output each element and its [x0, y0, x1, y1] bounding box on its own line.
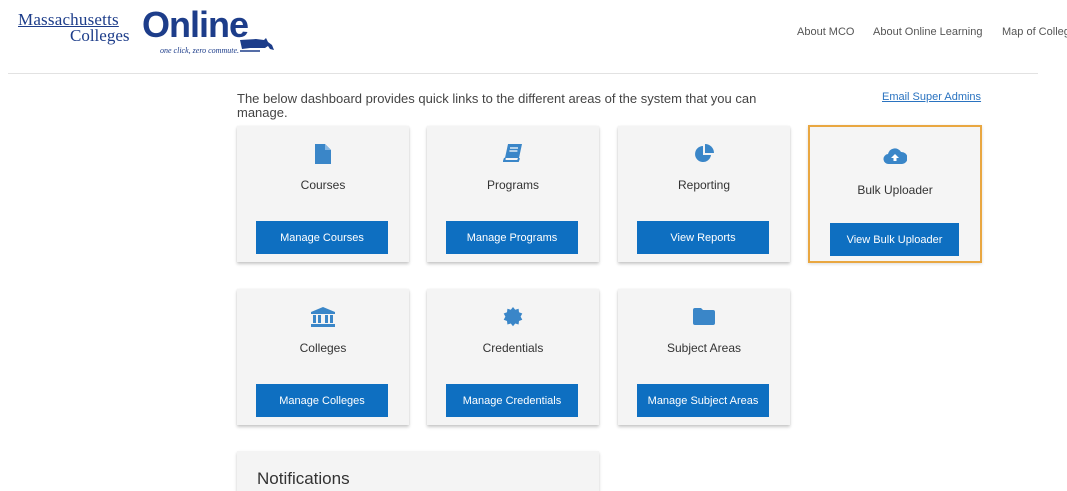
manage-programs-button[interactable]: Manage Programs — [446, 221, 578, 254]
notifications-panel: Notifications — [237, 451, 599, 491]
cloud-upload-icon — [810, 147, 980, 167]
nav-map-of-colleges[interactable]: Map of Colleg — [1002, 26, 1067, 38]
nav-about-mco[interactable]: About MCO — [797, 26, 854, 38]
manage-credentials-button[interactable]: Manage Credentials — [446, 384, 578, 417]
logo-wordmark: Online — [142, 4, 249, 45]
card-title: Courses — [300, 178, 346, 192]
card-colleges: Colleges Manage Colleges — [237, 289, 409, 425]
massachusetts-map-icon — [240, 38, 274, 52]
card-reporting: Reporting View Reports — [618, 126, 790, 262]
folder-icon — [618, 307, 790, 327]
manage-courses-button[interactable]: Manage Courses — [256, 221, 388, 254]
logo-tagline: one click, zero commute. — [160, 46, 240, 55]
card-programs: Programs Manage Programs — [427, 126, 599, 262]
file-icon — [237, 144, 409, 164]
card-title: Programs — [486, 178, 539, 192]
email-super-admins-link[interactable]: Email Super Admins — [882, 91, 981, 103]
book-icon — [427, 144, 599, 164]
card-subject-areas: Subject Areas Manage Subject Areas — [618, 289, 790, 425]
card-courses: Courses Manage Courses — [237, 126, 409, 262]
card-title: Credentials — [482, 341, 544, 355]
card-title: Reporting — [677, 178, 731, 192]
nav-about-online-learning[interactable]: About Online Learning — [873, 26, 982, 38]
card-bulk-uploader: Bulk Uploader View Bulk Uploader — [808, 125, 982, 263]
pie-chart-icon — [618, 144, 790, 164]
site-header: Massachusetts Colleges Online one click,… — [0, 0, 1067, 74]
manage-colleges-button[interactable]: Manage Colleges — [256, 384, 388, 417]
mco-logo[interactable]: Massachusetts Colleges Online one click,… — [16, 4, 278, 58]
view-reports-button[interactable]: View Reports — [637, 221, 769, 254]
card-title: Subject Areas — [666, 341, 742, 355]
dashboard-intro: The below dashboard provides quick links… — [237, 91, 757, 120]
logo-line-colleges: Colleges — [70, 26, 130, 45]
institution-icon — [237, 307, 409, 327]
manage-subject-areas-button[interactable]: Manage Subject Areas — [637, 384, 769, 417]
card-credentials: Credentials Manage Credentials — [427, 289, 599, 425]
view-bulk-uploader-button[interactable]: View Bulk Uploader — [830, 223, 959, 256]
notifications-title: Notifications — [257, 469, 350, 488]
header-divider — [8, 73, 1038, 74]
card-title: Colleges — [299, 341, 347, 355]
card-title: Bulk Uploader — [857, 183, 933, 197]
certificate-icon — [427, 307, 599, 327]
